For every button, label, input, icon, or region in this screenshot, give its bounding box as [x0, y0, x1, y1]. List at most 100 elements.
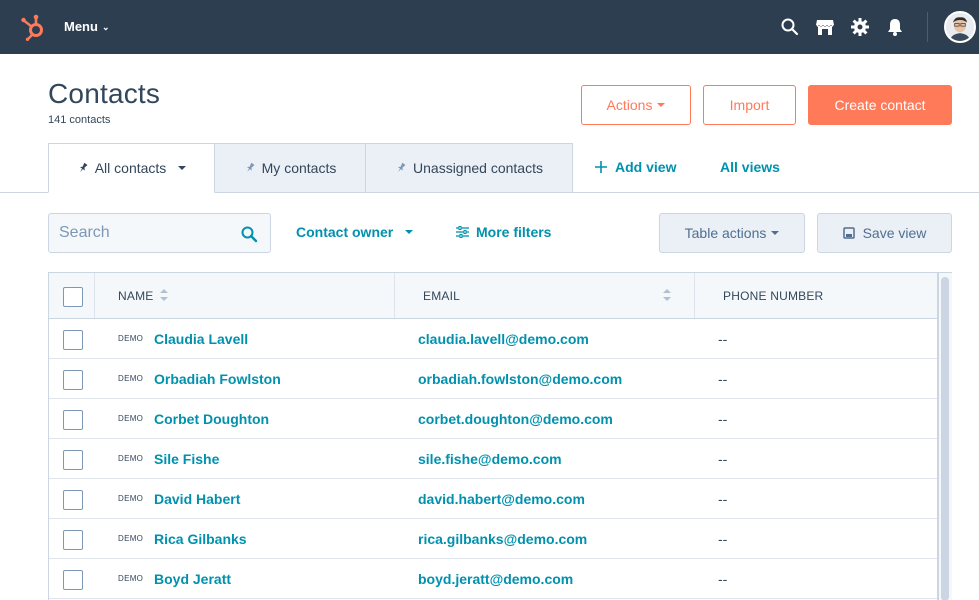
- caret-down-icon[interactable]: [178, 166, 187, 170]
- search-icon[interactable]: [240, 225, 258, 243]
- pin-icon: [246, 162, 255, 173]
- search-field[interactable]: [48, 213, 271, 253]
- contacts-table: NAME EMAIL PHONE NUMBER DEMO Claudia Lav…: [48, 272, 938, 600]
- more-filters-label: More filters: [476, 224, 552, 240]
- row-checkbox[interactable]: [63, 570, 83, 590]
- search-input[interactable]: [59, 224, 229, 242]
- contact-phone: --: [718, 411, 728, 427]
- select-all-checkbox[interactable]: [63, 287, 83, 307]
- contact-phone: --: [718, 571, 728, 587]
- plus-icon: [595, 161, 607, 173]
- table-actions-label: Table actions: [684, 225, 767, 241]
- create-contact-button[interactable]: Create contact: [808, 85, 952, 125]
- row-checkbox[interactable]: [63, 410, 83, 430]
- column-header-name[interactable]: NAME: [118, 273, 153, 318]
- table-row: DEMO Orbadiah Fowlston orbadiah.fowlston…: [49, 359, 937, 399]
- row-checkbox[interactable]: [63, 490, 83, 510]
- demo-badge: DEMO: [118, 574, 144, 583]
- scrollbar-thumb[interactable]: [941, 277, 949, 600]
- contact-email-link[interactable]: corbet.doughton@demo.com: [418, 411, 613, 427]
- row-checkbox[interactable]: [63, 530, 83, 550]
- search-icon[interactable]: [780, 17, 800, 37]
- chevron-down-icon: ⌄: [101, 21, 110, 32]
- table-row: DEMO Rica Gilbanks rica.gilbanks@demo.co…: [49, 519, 937, 559]
- contact-name-link[interactable]: Boyd Jeratt: [154, 571, 231, 587]
- table-row: DEMO Sile Fishe sile.fishe@demo.com --: [49, 439, 937, 479]
- all-views-link[interactable]: All views: [720, 159, 780, 175]
- tab-label: All contacts: [94, 160, 167, 176]
- demo-badge: DEMO: [118, 334, 144, 343]
- marketplace-icon[interactable]: [815, 17, 835, 37]
- contact-email-link[interactable]: sile.fishe@demo.com: [418, 451, 562, 467]
- caret-down-icon: [657, 103, 666, 107]
- contact-name-link[interactable]: Orbadiah Fowlston: [154, 371, 281, 387]
- demo-badge: DEMO: [118, 494, 144, 503]
- menu-dropdown[interactable]: Menu ⌄: [64, 19, 110, 34]
- contact-name-link[interactable]: Rica Gilbanks: [154, 531, 247, 547]
- table-row: DEMO Corbet Doughton corbet.doughton@dem…: [49, 399, 937, 439]
- column-header-email[interactable]: EMAIL: [423, 273, 460, 318]
- contact-name-link[interactable]: Sile Fishe: [154, 451, 219, 467]
- pin-icon: [79, 162, 88, 173]
- top-nav: Menu ⌄: [0, 0, 979, 54]
- demo-badge: DEMO: [118, 534, 144, 543]
- avatar[interactable]: [944, 11, 976, 43]
- add-view-label: Add view: [615, 159, 677, 175]
- menu-label: Menu: [64, 19, 98, 34]
- column-header-phone[interactable]: PHONE NUMBER: [723, 273, 823, 318]
- table-actions-button[interactable]: Table actions: [659, 213, 805, 253]
- row-checkbox[interactable]: [63, 330, 83, 350]
- row-checkbox[interactable]: [63, 370, 83, 390]
- tab-label: Unassigned contacts: [413, 160, 543, 176]
- contact-name-link[interactable]: David Habert: [154, 491, 240, 507]
- sort-icon[interactable]: [160, 289, 168, 301]
- actions-button[interactable]: Actions: [581, 85, 691, 125]
- pin-icon: [397, 162, 406, 173]
- contact-owner-filter[interactable]: Contact owner: [296, 224, 414, 240]
- tab-my-contacts[interactable]: My contacts: [214, 143, 366, 193]
- hubspot-logo[interactable]: [20, 13, 46, 41]
- contact-phone: --: [718, 331, 728, 347]
- contact-phone: --: [718, 451, 728, 467]
- contact-phone: --: [718, 531, 728, 547]
- contact-owner-label: Contact owner: [296, 224, 394, 240]
- row-checkbox[interactable]: [63, 450, 83, 470]
- tab-all-contacts[interactable]: All contacts: [48, 143, 215, 193]
- contact-email-link[interactable]: orbadiah.fowlston@demo.com: [418, 371, 622, 387]
- save-icon: [842, 227, 855, 239]
- tab-unassigned-contacts[interactable]: Unassigned contacts: [365, 143, 573, 193]
- contact-name-link[interactable]: Corbet Doughton: [154, 411, 269, 427]
- sliders-icon: [456, 226, 469, 238]
- actions-label: Actions: [606, 97, 653, 113]
- column-divider: [694, 273, 695, 318]
- tab-label: My contacts: [261, 160, 337, 176]
- contact-phone: --: [718, 491, 728, 507]
- add-view-link[interactable]: Add view: [595, 159, 676, 175]
- caret-down-icon: [771, 231, 780, 235]
- sort-icon[interactable]: [663, 289, 671, 301]
- contact-email-link[interactable]: boyd.jeratt@demo.com: [418, 571, 573, 587]
- page-title: Contacts: [48, 78, 161, 109]
- save-view-label: Save view: [862, 225, 927, 241]
- demo-badge: DEMO: [118, 374, 144, 383]
- table-row: DEMO Claudia Lavell claudia.lavell@demo.…: [49, 319, 937, 359]
- table-row: DEMO David Habert david.habert@demo.com …: [49, 479, 937, 519]
- settings-icon[interactable]: [850, 17, 870, 37]
- save-view-button[interactable]: Save view: [817, 213, 952, 253]
- contact-email-link[interactable]: claudia.lavell@demo.com: [418, 331, 589, 347]
- contact-phone: --: [718, 371, 728, 387]
- demo-badge: DEMO: [118, 454, 144, 463]
- user-photo-icon: [946, 13, 974, 41]
- contact-name-link[interactable]: Claudia Lavell: [154, 331, 248, 347]
- demo-badge: DEMO: [118, 414, 144, 423]
- table-scrollbar[interactable]: [938, 272, 952, 600]
- import-button[interactable]: Import: [703, 85, 796, 125]
- notifications-icon[interactable]: [885, 17, 905, 37]
- caret-down-icon: [405, 230, 414, 234]
- contact-email-link[interactable]: david.habert@demo.com: [418, 491, 585, 507]
- more-filters-button[interactable]: More filters: [456, 224, 551, 240]
- contact-email-link[interactable]: rica.gilbanks@demo.com: [418, 531, 587, 547]
- nav-divider: [927, 12, 928, 42]
- table-header: NAME EMAIL PHONE NUMBER: [49, 273, 937, 319]
- table-row: DEMO Boyd Jeratt boyd.jeratt@demo.com --: [49, 559, 937, 599]
